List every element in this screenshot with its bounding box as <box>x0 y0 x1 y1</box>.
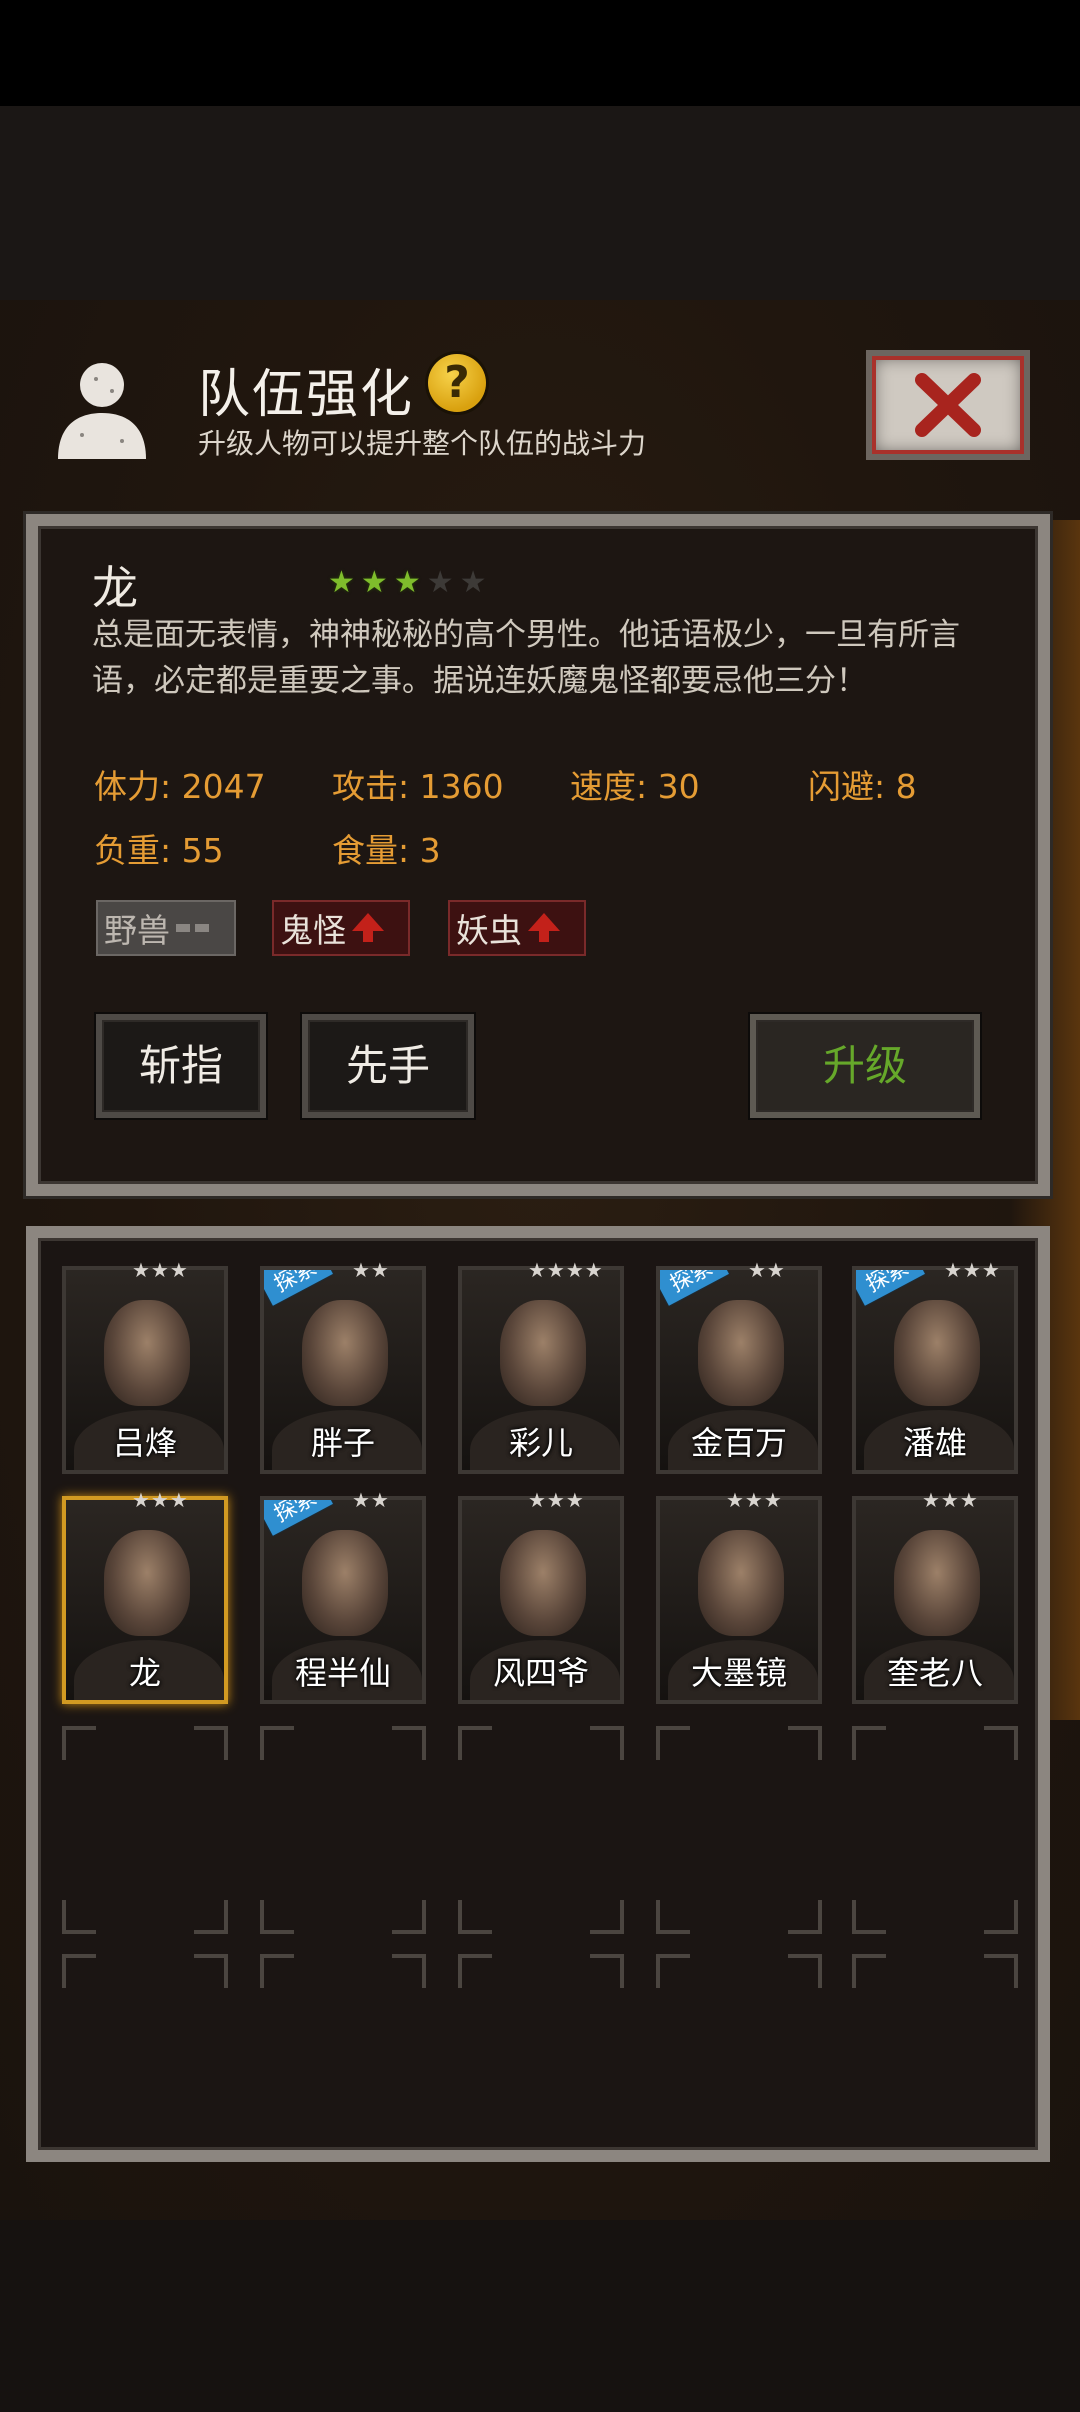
explore-badge: 探索 <box>264 1500 333 1536</box>
card-stars: ★★ <box>352 1258 390 1282</box>
card-stars: ★★★★ <box>528 1258 604 1282</box>
close-icon <box>915 373 981 437</box>
upgrade-button[interactable]: 升级 <box>750 1014 980 1118</box>
explore-badge: 探索 <box>856 1270 925 1306</box>
explore-badge: 探索 <box>264 1270 333 1306</box>
card-name: 奎老八 <box>886 1654 983 1692</box>
portrait <box>104 1530 190 1636</box>
character-stars: ★ ★ ★ ★ ★ <box>328 568 487 598</box>
skill-button-2[interactable]: 先手 <box>302 1014 474 1118</box>
page-title: 队伍强化 <box>198 365 415 425</box>
close-button[interactable] <box>866 350 1030 460</box>
portrait <box>302 1530 388 1636</box>
portrait <box>104 1300 190 1406</box>
character-card[interactable]: 探索潘雄 <box>852 1266 1018 1474</box>
empty-slot <box>458 1726 624 1934</box>
stat-attack: 攻击: 1360 <box>332 767 504 806</box>
neutral-icon <box>176 924 209 932</box>
empty-slot <box>260 1726 426 1934</box>
empty-slot <box>852 1726 1018 1934</box>
character-card[interactable]: 风四爷 <box>458 1496 624 1704</box>
card-name: 彩儿 <box>508 1424 573 1462</box>
star-icon: ★ <box>393 565 421 600</box>
bottom-spacer <box>0 2220 1080 2412</box>
star-icon: ★ <box>328 565 355 600</box>
card-stars: ★★★ <box>132 1258 189 1282</box>
stat-speed: 速度: 30 <box>570 767 700 806</box>
stat-load: 负重: 55 <box>94 831 224 870</box>
star-icon: ★ <box>459 565 487 600</box>
tag-insect: 妖虫 <box>448 900 586 956</box>
card-stars: ★★ <box>352 1488 390 1512</box>
portrait <box>500 1530 586 1636</box>
card-stars: ★★★ <box>922 1488 979 1512</box>
character-card[interactable]: 探索金百万 <box>656 1266 822 1474</box>
card-name: 金百万 <box>690 1424 787 1462</box>
tag-ghost: 鬼怪 <box>272 900 410 956</box>
character-card[interactable]: 彩儿 <box>458 1266 624 1474</box>
skill-button-1[interactable]: 斩指 <box>96 1014 266 1118</box>
tag-label: 妖虫 <box>456 911 522 950</box>
character-description: 总是面无表情，神神秘秘的高个男性。他话语极少，一旦有所言语，必定都是重要之事。据… <box>92 617 960 699</box>
explore-badge: 探索 <box>660 1270 729 1306</box>
help-icon[interactable]: ? <box>428 354 486 412</box>
character-card[interactable]: 奎老八 <box>852 1496 1018 1704</box>
character-card[interactable]: 探索胖子 <box>260 1266 426 1474</box>
portrait <box>302 1300 388 1406</box>
character-name: 龙 <box>92 561 138 615</box>
portrait <box>894 1530 980 1636</box>
star-icon: ★ <box>360 565 388 600</box>
tag-label: 野兽 <box>104 911 170 950</box>
star-icon: ★ <box>426 565 454 600</box>
card-name: 龙 <box>128 1654 161 1692</box>
portrait <box>698 1530 784 1636</box>
character-card[interactable]: 吕烽 <box>62 1266 228 1474</box>
top-spacer <box>0 106 1080 300</box>
card-stars: ★★★ <box>726 1488 783 1512</box>
page-subtitle: 升级人物可以提升整个队伍的战斗力 <box>198 427 647 460</box>
character-card[interactable]: 龙 <box>62 1496 228 1704</box>
card-stars: ★★★ <box>132 1488 189 1512</box>
card-stars: ★★★ <box>944 1258 1001 1282</box>
character-card[interactable]: 探索程半仙 <box>260 1496 426 1704</box>
card-name: 潘雄 <box>902 1424 967 1462</box>
stat-hp: 体力: 2047 <box>94 767 266 806</box>
character-card[interactable]: 大墨镜 <box>656 1496 822 1704</box>
tag-beast: 野兽 <box>96 900 236 956</box>
empty-slot <box>656 1954 822 2124</box>
portrait <box>698 1300 784 1406</box>
card-name: 吕烽 <box>112 1424 177 1462</box>
empty-slot <box>62 1726 228 1934</box>
tag-label: 鬼怪 <box>280 911 346 950</box>
empty-slot <box>62 1954 228 2124</box>
status-bar <box>0 0 1080 106</box>
card-name: 胖子 <box>310 1424 375 1462</box>
card-stars: ★★ <box>748 1258 786 1282</box>
portrait <box>500 1300 586 1406</box>
empty-slot <box>656 1726 822 1934</box>
stat-dodge: 闪避: 8 <box>808 767 917 806</box>
card-name: 风四爷 <box>492 1654 589 1692</box>
card-stars: ★★★ <box>528 1488 585 1512</box>
portrait <box>894 1300 980 1406</box>
card-name: 大墨镜 <box>690 1654 787 1692</box>
empty-slot <box>458 1954 624 2124</box>
card-name: 程半仙 <box>294 1654 391 1692</box>
arrow-up-icon <box>528 913 560 942</box>
arrow-up-icon <box>352 913 384 942</box>
stat-food: 食量: 3 <box>332 831 441 870</box>
empty-slot <box>852 1954 1018 2124</box>
empty-slot <box>260 1954 426 2124</box>
team-avatar-icon <box>58 363 146 459</box>
